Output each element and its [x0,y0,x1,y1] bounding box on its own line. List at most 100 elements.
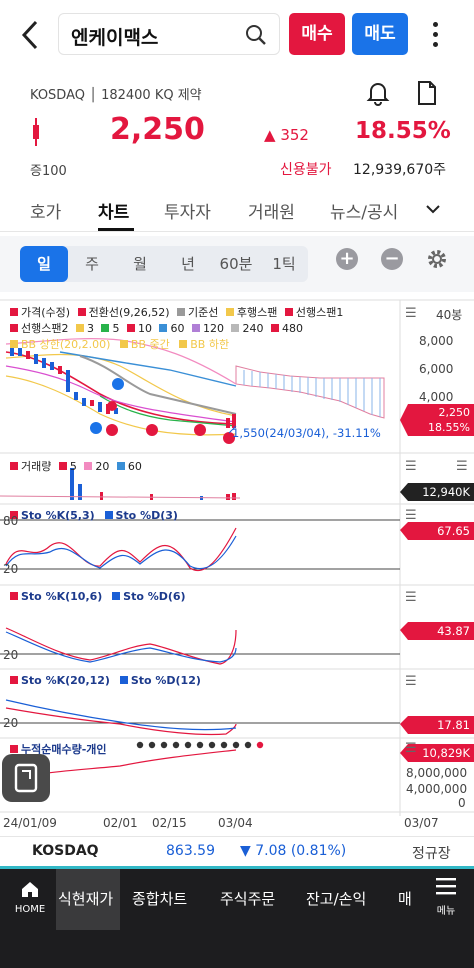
sto2-level-20: 20 [3,648,19,662]
legend-ma5: 5 [112,322,120,335]
legend-price: 가격(수정) [21,306,71,319]
sto-d-line-2 [5,631,237,663]
sto1-legend: Sto %K(5,3) Sto %D(3) [10,509,178,522]
chart-legend-row2: 선행스팬2 3 5 10 60 120 240 480 [10,320,303,336]
sto3-level-20: 20 [3,716,19,730]
search-input-value: 엔케이맥스 [71,27,159,49]
price-axis-8000: 8,000 [419,334,454,348]
legend-ma240: 240 [242,322,264,335]
gear-icon[interactable] [426,248,448,270]
sto2-tag: 43.87 [437,624,470,638]
margin-rate: 증100 [30,164,67,179]
fullscreen-button[interactable] [2,754,50,802]
trade-volume: 12,939,670주 [353,162,447,178]
document-icon[interactable] [416,80,438,106]
net-buy-tag: 10,829K [422,746,470,760]
price-change: ▲ 352 [264,126,309,144]
legend-ma480: 480 [281,322,303,335]
more-options-icon[interactable] [428,16,444,52]
nav-full-chart[interactable]: 종합차트 [132,888,187,909]
app-header: 엔케이맥스 매수 매도 [0,0,474,72]
period-day[interactable]: 일 [20,246,68,282]
chevron-down-icon[interactable] [424,200,442,218]
back-icon[interactable] [20,18,50,54]
sto-k-line-1 [5,527,237,572]
stock-chart[interactable]: 가격(수정) 전환선(9,26,52) 기준선 후행스팬 선행스팬1 선행스팬2… [0,296,474,834]
tab-chart[interactable]: 차트 [98,198,129,223]
index-change: ▼ 7.08 (0.81%) [240,843,347,859]
low-price-annotation: 1,550(24/03/04), -31.11% [232,426,381,440]
tab-news[interactable]: 뉴스/공시 [330,198,408,223]
legend-lagging: 후행스팬 [236,306,278,319]
sto-k-line-2 [5,627,237,665]
nav-more-item[interactable]: 매 [398,888,412,909]
bell-icon[interactable] [366,80,390,106]
search-icon[interactable] [245,24,267,46]
sto2-legend: Sto %K(10,6) Sto %D(6) [10,590,186,603]
volume-menu-icon-right[interactable]: ☰ [456,459,468,474]
sto2-menu-icon[interactable]: ☰ [405,590,417,605]
sto1-menu-icon[interactable]: ☰ [405,508,417,523]
panel-menu-icon[interactable]: ☰ [405,306,417,321]
buy-button[interactable]: 매수 [289,13,345,55]
active-tab-indicator [98,228,134,231]
legend-conversion: 전환선(9,26,52) [88,306,170,319]
sto3-tag: 17.81 [437,718,470,732]
nav-balance[interactable]: 잔고/손익 [306,888,366,909]
legend-ma10: 10 [137,322,152,335]
date-label-1: 24/01/09 [3,816,57,830]
tab-investor[interactable]: 투자자 [164,198,211,223]
nav-home-label: HOME [14,904,46,915]
period-year[interactable]: 년 [164,246,212,282]
sto2-k-label: Sto %K(10,6) [21,590,103,603]
index-ticker[interactable]: KOSDAQ 863.59 ▼ 7.08 (0.81%) 정규장 [0,836,474,866]
zoom-in-icon[interactable]: + [336,248,358,270]
nav-home[interactable]: HOME [12,880,48,915]
net-buy-dots [136,741,264,749]
date-label-2: 02/01 [103,816,138,830]
bar-count-label: 40봉 [436,308,463,322]
zoom-out-icon[interactable]: − [381,248,403,270]
sto3-menu-icon[interactable]: ☰ [405,674,417,689]
bottom-navigation: HOME 식현재가 종합차트 주식주문 잔고/손익 매 메뉴 [0,866,474,968]
section-tabs: 호가 차트 투자자 거래원 뉴스/공시 [0,188,474,232]
sell-button[interactable]: 매도 [352,13,408,55]
nav-menu-label: 메뉴 [436,906,456,917]
sto-k-line-3 [5,707,237,736]
tab-broker[interactable]: 거래원 [248,198,295,223]
nav-menu[interactable]: 메뉴 [428,876,464,917]
index-value: 863.59 [166,843,215,859]
date-label-4: 03/04 [218,816,253,830]
period-1tick[interactable]: 1틱 [260,246,308,282]
date-label-5: 03/07 [404,816,439,830]
market-info: KOSDAQ │ 182400 KQ 제약 [30,88,202,103]
legend-vol-ma5: 5 [69,460,77,473]
sto1-level-80: 80 [3,514,19,528]
up-triangle-icon: ▲ [264,126,276,144]
chart-legend-row1: 가격(수정) 전환선(9,26,52) 기준선 후행스팬 선행스팬1 [10,304,343,320]
stock-search-field[interactable]: 엔케이맥스 [58,13,280,55]
period-week[interactable]: 주 [68,246,116,282]
nav-stock-order[interactable]: 주식주문 [220,888,275,909]
net-buy-axis-4m: 4,000,000 [406,782,468,796]
credit-status: 신용불가 [280,162,332,178]
period-selector: 일 주 월 년 60분 1틱 [20,246,308,282]
legend-vol-ma20: 20 [95,460,110,473]
period-toolbar: 일 주 월 년 60분 1틱 + − [0,236,474,292]
legend-vol-ma60: 60 [127,460,142,473]
volume-menu-icon[interactable]: ☰ [405,459,417,474]
last-pct-tag: 18.55% [428,421,470,434]
tab-orderbook[interactable]: 호가 [30,198,61,223]
sto1-d-label: Sto %D(3) [115,509,178,522]
net-buy-axis-0: 0 [458,796,466,810]
nav-top-accent [0,866,474,869]
legend-leading1: 선행스팬1 [295,306,344,319]
legend-ma3: 3 [86,322,94,335]
period-month[interactable]: 월 [116,246,164,282]
nav-current-price[interactable]: 식현재가 [58,888,113,909]
period-60min[interactable]: 60분 [212,246,260,282]
price-axis-6000: 6,000 [419,362,454,376]
sto1-tag: 67.65 [437,524,470,538]
sto3-legend: Sto %K(20,12) Sto %D(12) [10,674,201,687]
date-label-3: 02/15 [152,816,187,830]
